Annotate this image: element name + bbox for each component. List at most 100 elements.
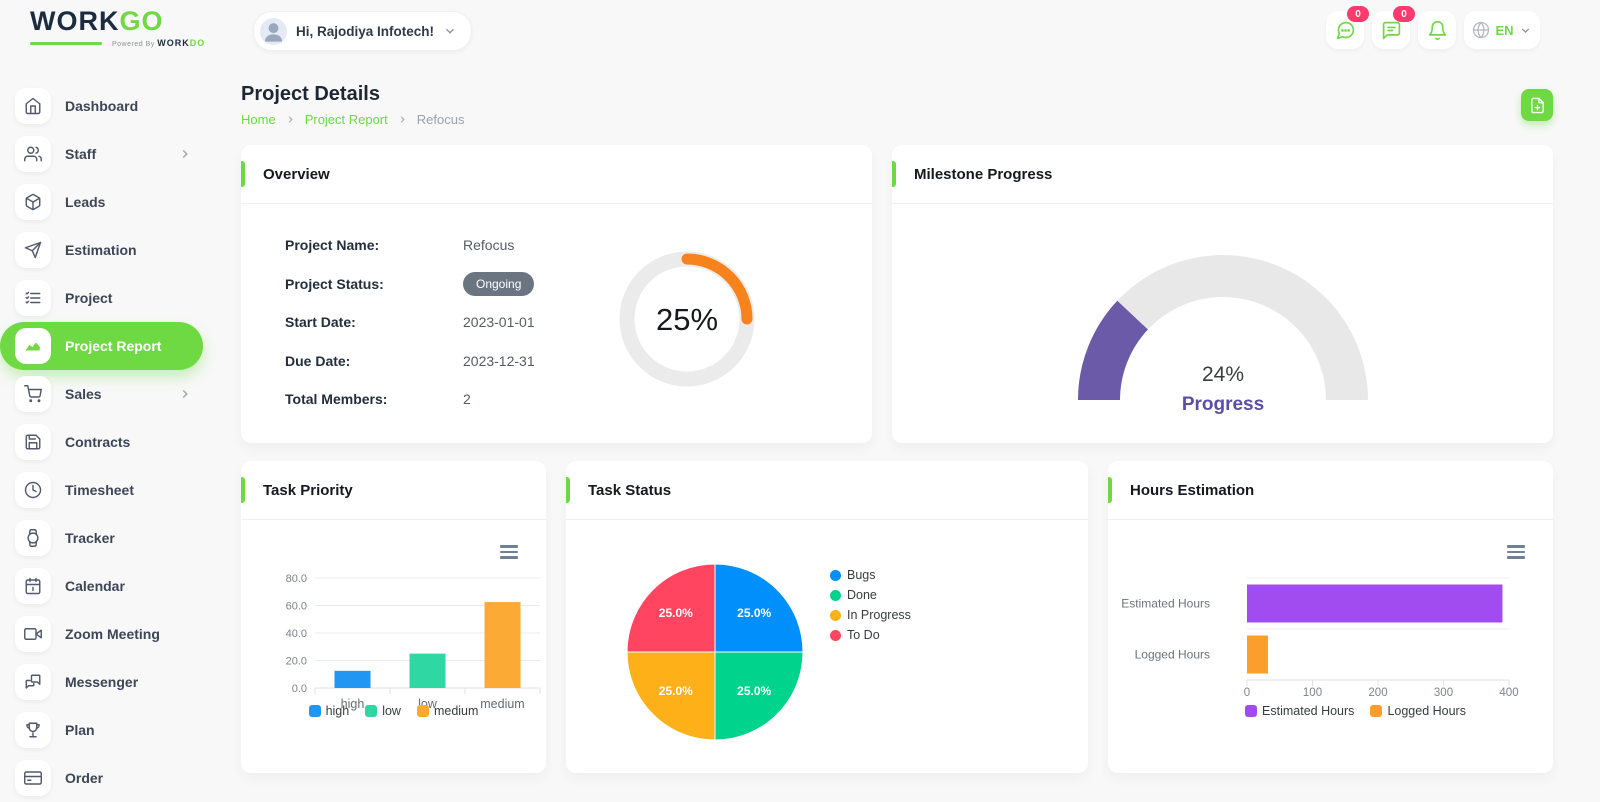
svg-text:80.0: 80.0 <box>286 573 307 585</box>
sidebar-item-project-report[interactable]: Project Report <box>0 322 203 370</box>
legend-item-medium[interactable]: medium <box>417 704 478 718</box>
export-report-button[interactable] <box>1521 89 1553 121</box>
sidebar-item-contracts[interactable]: Contracts <box>0 418 230 466</box>
sidebar-item-project[interactable]: Project <box>0 274 230 322</box>
file-plus-icon <box>1529 97 1546 114</box>
task-status-legend: Bugs Done In Progress To Do <box>830 568 911 642</box>
breadcrumb-current: Refocus <box>417 112 465 127</box>
breadcrumb-home[interactable]: Home <box>241 112 276 127</box>
svg-text:100: 100 <box>1303 687 1322 699</box>
sidebar-item-calendar[interactable]: Calendar <box>0 562 230 610</box>
svg-text:25.0%: 25.0% <box>737 684 771 698</box>
sidebar-item-staff[interactable]: Staff <box>0 130 230 178</box>
task-priority-card-title: Task Priority <box>263 482 353 499</box>
chevron-down-icon <box>443 24 457 38</box>
topbar: WORKGO Powered By WORKDO Hi, Rajodiya In… <box>0 0 1600 62</box>
legend-item-done[interactable]: Done <box>830 588 911 602</box>
chevron-down-icon <box>1519 24 1532 37</box>
hours-estimation-legend: Estimated Hours Logged Hours <box>1108 704 1553 718</box>
logo-text: WORKGO <box>30 8 205 35</box>
svg-text:400: 400 <box>1499 687 1518 699</box>
svg-text:0.0: 0.0 <box>292 683 307 695</box>
legend-item-bugs[interactable]: Bugs <box>830 568 911 582</box>
donut-percent-label: 25% <box>656 302 718 337</box>
task-status-card-title: Task Status <box>588 482 671 499</box>
legend-item-high[interactable]: high <box>309 704 350 718</box>
contracts-icon <box>15 424 51 460</box>
logo-powered-by: Powered By WORKDO <box>112 39 205 48</box>
task-status-pie-chart: 25.0%25.0%25.0%25.0% <box>625 562 805 742</box>
sidebar-item-tracker[interactable]: Tracker <box>0 514 230 562</box>
chat-button[interactable]: 0 <box>1326 11 1364 49</box>
calendar-icon <box>15 568 51 604</box>
task-priority-card: Task Priority mediumlowhigh80.060.040.02… <box>241 461 546 773</box>
timesheet-icon <box>15 472 51 508</box>
order-icon <box>15 760 51 796</box>
home-icon <box>15 88 51 124</box>
sidebar-item-messenger[interactable]: Messenger <box>0 658 230 706</box>
sidebar-item-plan[interactable]: Plan <box>0 706 230 754</box>
globe-icon <box>1472 21 1490 39</box>
task-priority-chart: mediumlowhigh80.060.040.020.00.0 <box>253 548 543 720</box>
field-due-date: Due Date: 2023-12-31 <box>285 349 535 373</box>
legend-item-to-do[interactable]: To Do <box>830 628 911 642</box>
svg-text:20.0: 20.0 <box>286 656 307 668</box>
svg-text:0: 0 <box>1244 687 1250 699</box>
card-accent <box>1108 477 1112 503</box>
card-accent <box>892 161 896 187</box>
sales-icon <box>15 376 51 412</box>
topbar-actions: 0 0 EN <box>1326 11 1540 49</box>
hours-estimation-card-title: Hours Estimation <box>1130 482 1254 499</box>
sidebar-item-leads[interactable]: Leads <box>0 178 230 226</box>
card-accent <box>241 161 245 187</box>
language-selector[interactable]: EN <box>1464 11 1540 49</box>
svg-text:25.0%: 25.0% <box>737 606 771 620</box>
breadcrumb-project-report[interactable]: Project Report <box>305 112 388 127</box>
svg-text:25.0%: 25.0% <box>659 606 693 620</box>
overview-fields: Project Name: Refocus Project Status: On… <box>285 233 535 426</box>
legend-item-logged-hours[interactable]: Logged Hours <box>1370 704 1466 718</box>
comment-button[interactable]: 0 <box>1372 11 1410 49</box>
staff-icon <box>15 136 51 172</box>
status-badge: Ongoing <box>463 272 534 296</box>
language-label: EN <box>1495 23 1513 38</box>
app-logo[interactable]: WORKGO Powered By WORKDO <box>30 8 205 48</box>
svg-text:Logged Hours: Logged Hours <box>1135 648 1210 662</box>
task-status-card: Task Status 25.0%25.0%25.0%25.0% Bugs Do… <box>566 461 1088 773</box>
messenger-icon <box>15 664 51 700</box>
svg-text:200: 200 <box>1368 687 1387 699</box>
milestone-card-title: Milestone Progress <box>914 166 1052 183</box>
comment-icon <box>1381 20 1402 41</box>
gauge-percent-label: 24% <box>1201 363 1243 386</box>
svg-text:300: 300 <box>1434 687 1453 699</box>
card-accent <box>566 477 570 503</box>
sidebar: Dashboard Staff Leads Estimation Project… <box>0 62 230 796</box>
legend-item-in-progress[interactable]: In Progress <box>830 608 911 622</box>
sidebar-item-estimation[interactable]: Estimation <box>0 226 230 274</box>
chat-icon <box>1335 20 1356 41</box>
sidebar-item-sales[interactable]: Sales <box>0 370 230 418</box>
sidebar-item-dashboard[interactable]: Dashboard <box>0 82 230 130</box>
card-accent <box>241 477 245 503</box>
hours-estimation-chart: Logged HoursEstimated Hours4003002001000 <box>1108 556 1538 704</box>
breadcrumb-separator-icon <box>285 114 296 125</box>
notifications-button[interactable] <box>1418 11 1456 49</box>
estimation-icon <box>15 232 51 268</box>
chevron-right-icon <box>178 147 192 161</box>
overview-card: Overview Project Name: Refocus Project S… <box>241 145 872 443</box>
leads-icon <box>15 184 51 220</box>
sidebar-item-order[interactable]: Order <box>0 754 230 802</box>
chat-badge: 0 <box>1347 6 1369 22</box>
comment-badge: 0 <box>1393 6 1415 22</box>
sidebar-item-zoom-meeting[interactable]: Zoom Meeting <box>0 610 230 658</box>
project-icon <box>15 280 51 316</box>
bell-icon <box>1427 20 1448 41</box>
field-project-name: Project Name: Refocus <box>285 233 535 257</box>
legend-item-estimated-hours[interactable]: Estimated Hours <box>1245 704 1354 718</box>
legend-item-low[interactable]: low <box>365 704 401 718</box>
milestone-progress-card: Milestone Progress 24% Progress <box>892 145 1553 443</box>
sidebar-item-timesheet[interactable]: Timesheet <box>0 466 230 514</box>
user-menu[interactable]: Hi, Rajodiya Infotech! <box>253 11 472 51</box>
overview-card-title: Overview <box>263 166 330 183</box>
plan-icon <box>15 712 51 748</box>
